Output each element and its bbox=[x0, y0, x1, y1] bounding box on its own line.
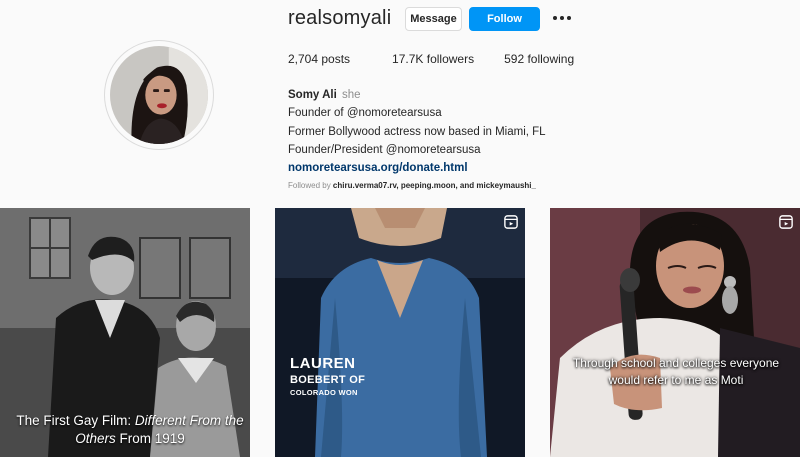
posts-count: 2,704 posts bbox=[288, 52, 351, 66]
followed-prefix: Followed by bbox=[288, 181, 333, 190]
bio-link[interactable]: nomoretearsusa.org/donate.html bbox=[288, 159, 546, 177]
reel-icon bbox=[504, 215, 518, 229]
more-options-icon[interactable] bbox=[553, 10, 571, 26]
follow-button[interactable]: Follow bbox=[469, 7, 540, 31]
followed-names: chiru.verma07.rv, peeping.moon, bbox=[332, 181, 458, 190]
profile-bio: Somy Ali she Founder of @nomoretearsusa … bbox=[288, 86, 546, 177]
bio-line: Founder of @nomoretearsusa bbox=[288, 107, 442, 120]
bio-line: Former Bollywood actress now based in Mi… bbox=[288, 125, 546, 138]
caption-end: From 1919 bbox=[115, 431, 185, 446]
post-tile[interactable]: Through school and colleges everyone wou… bbox=[550, 208, 800, 457]
followers-count[interactable]: 17.7K followers bbox=[392, 52, 474, 66]
followed-suffix: and mickeymaushi_ bbox=[457, 181, 536, 190]
post-tile[interactable]: The First Gay Film: Different From the O… bbox=[0, 208, 250, 457]
post-caption-subtitle: BOEBERT OF bbox=[290, 374, 366, 386]
post-image bbox=[275, 208, 525, 457]
post-caption-small: COLORADO WON bbox=[290, 388, 358, 397]
post-caption: The First Gay Film: Different From the O… bbox=[10, 412, 250, 448]
profile-name: Somy Ali bbox=[288, 89, 337, 101]
following-count[interactable]: 592 following bbox=[504, 52, 574, 66]
post-tile[interactable]: LAUREN BOEBERT OF COLORADO WON bbox=[275, 208, 525, 457]
bio-line: Founder/President @nomoretearsusa bbox=[288, 143, 481, 156]
post-caption-title: LAUREN bbox=[290, 355, 356, 372]
profile-pronoun: she bbox=[341, 89, 361, 101]
caption-text: The First Gay Film: bbox=[16, 413, 135, 428]
message-button[interactable]: Message bbox=[405, 7, 462, 31]
profile-avatar[interactable] bbox=[104, 40, 214, 150]
avatar-photo bbox=[110, 46, 208, 144]
reel-icon bbox=[779, 215, 793, 229]
profile-username: realsomyali bbox=[288, 7, 392, 29]
post-caption: Through school and colleges everyone wou… bbox=[572, 356, 780, 387]
followed-by[interactable]: Followed by chiru.verma07.rv, peeping.mo… bbox=[288, 181, 536, 190]
profile-stats: 2,704 posts 17.7K followers 592 followin… bbox=[288, 52, 616, 66]
post-image bbox=[550, 208, 800, 457]
